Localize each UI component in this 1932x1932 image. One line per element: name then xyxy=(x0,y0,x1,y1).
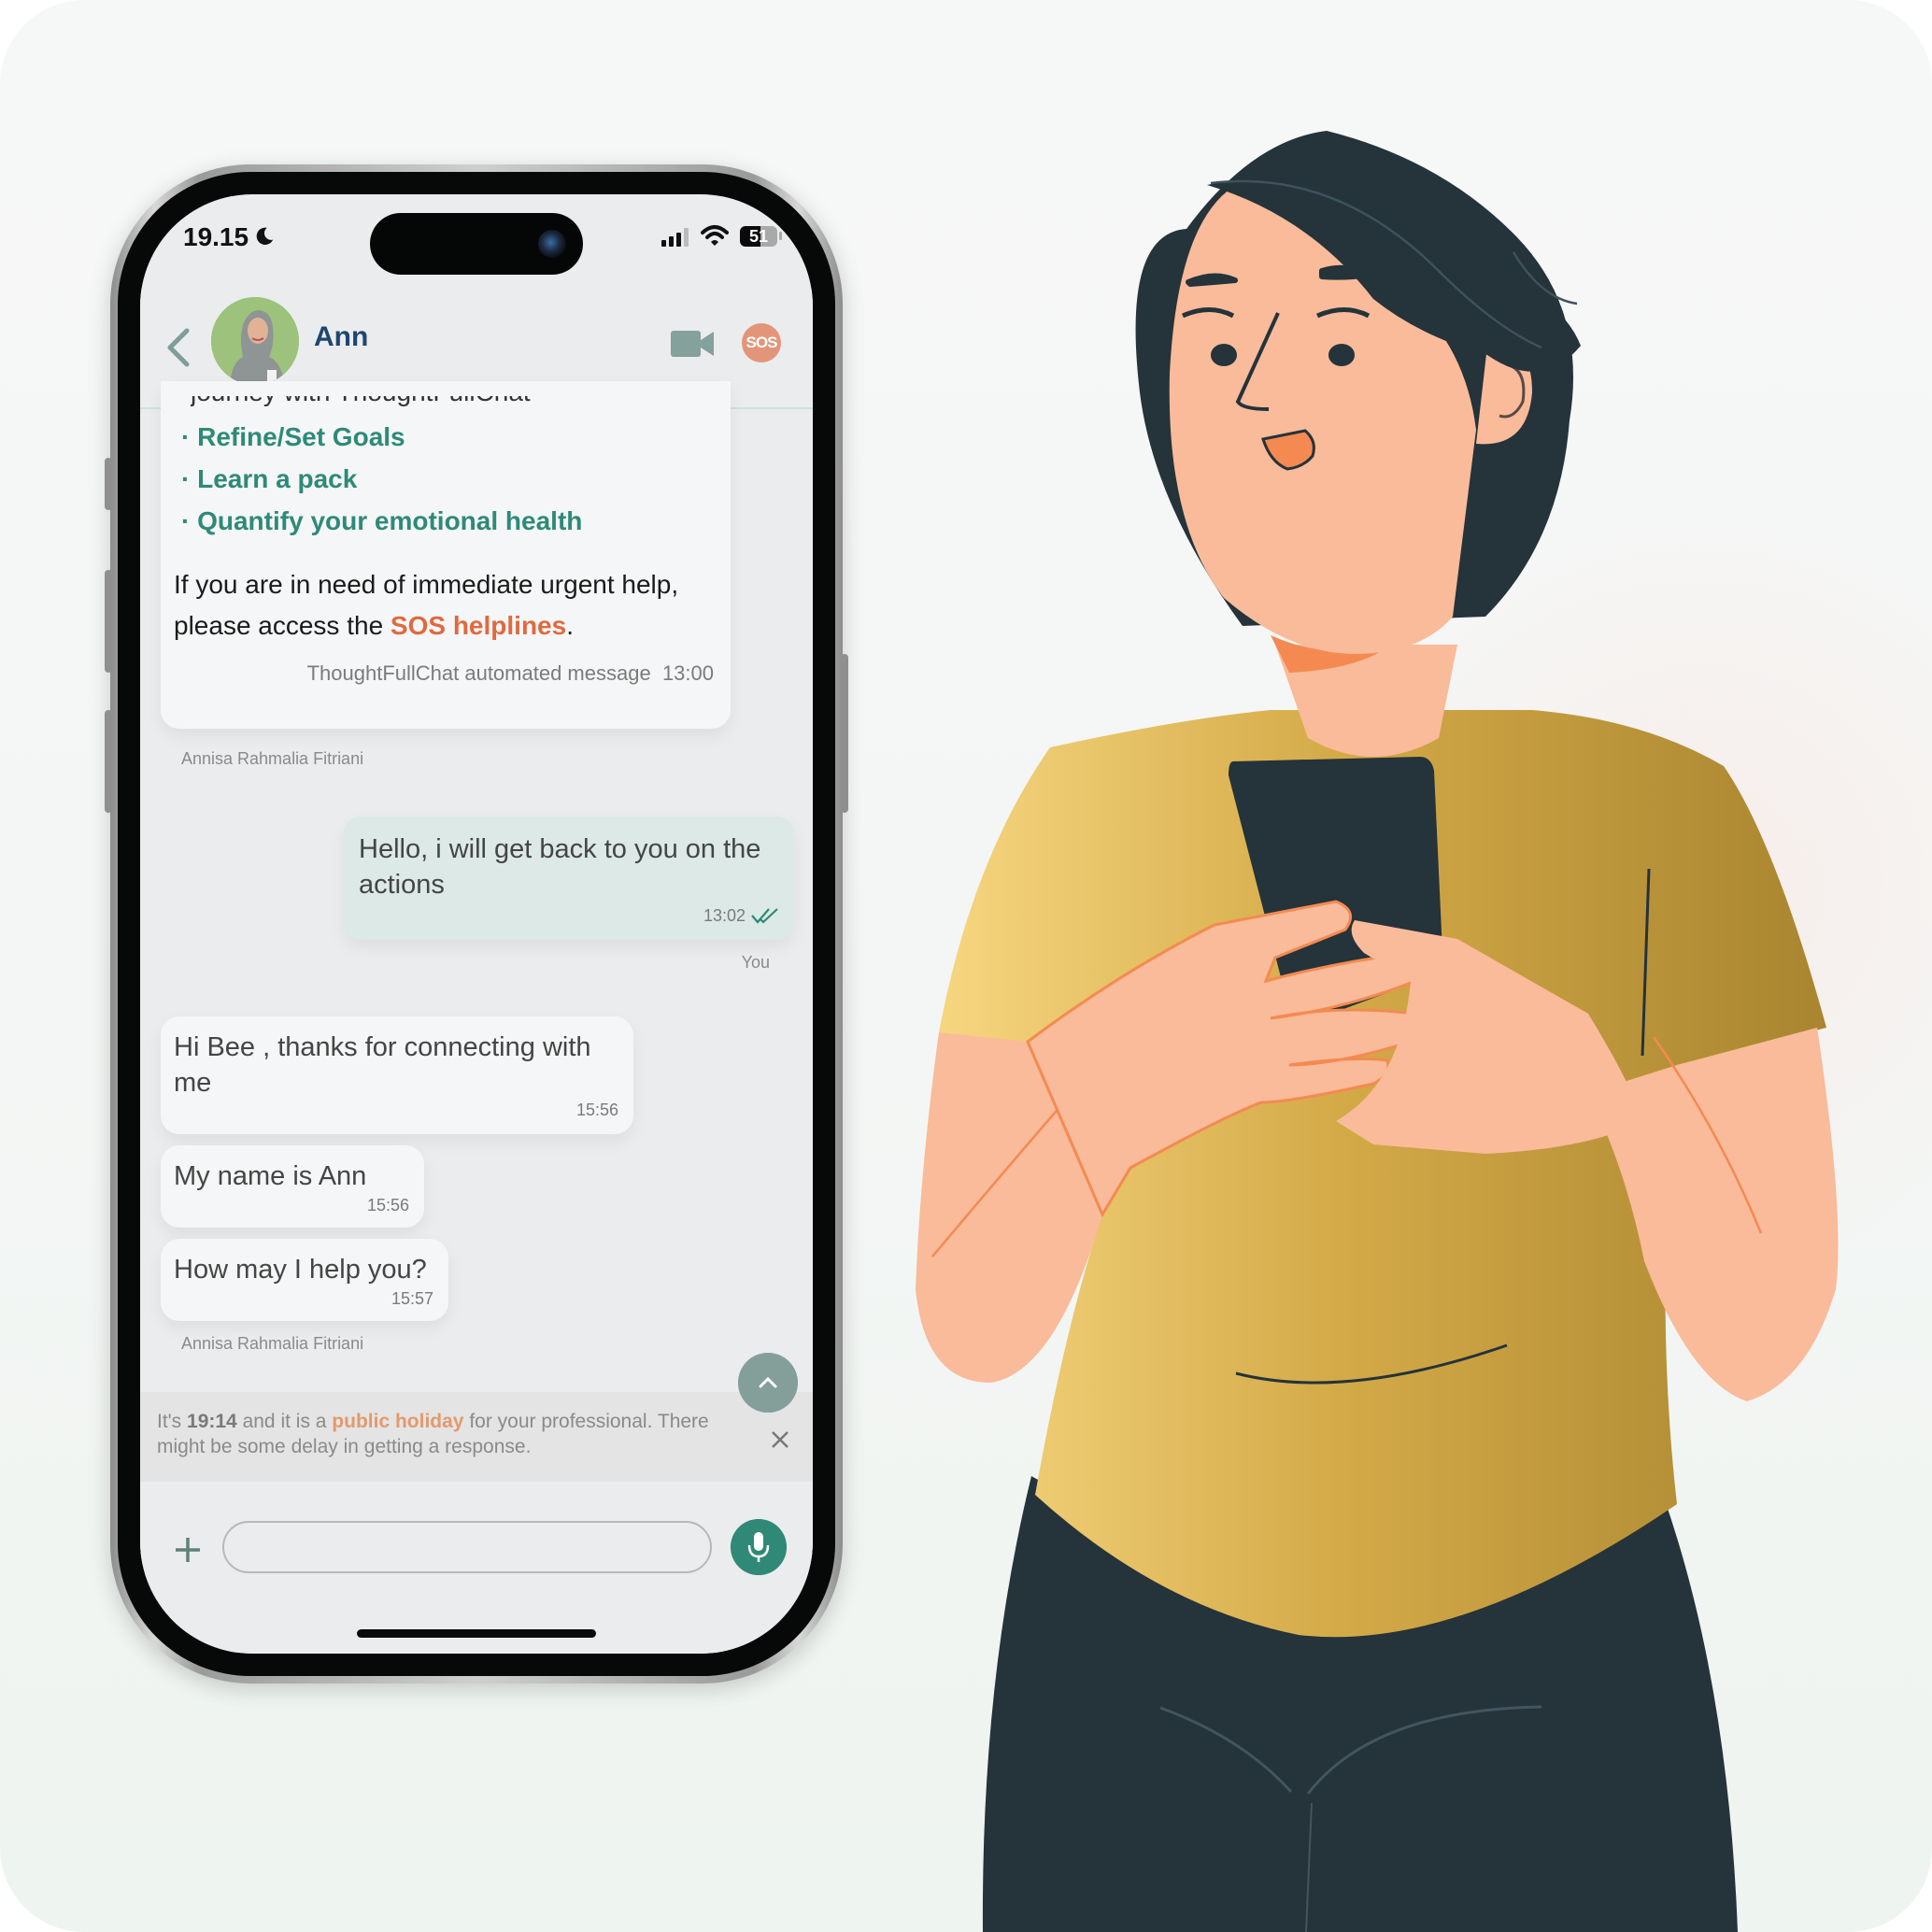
right-eye xyxy=(1328,344,1355,366)
left-eye xyxy=(1211,344,1237,366)
person-illustration xyxy=(916,131,1839,1932)
